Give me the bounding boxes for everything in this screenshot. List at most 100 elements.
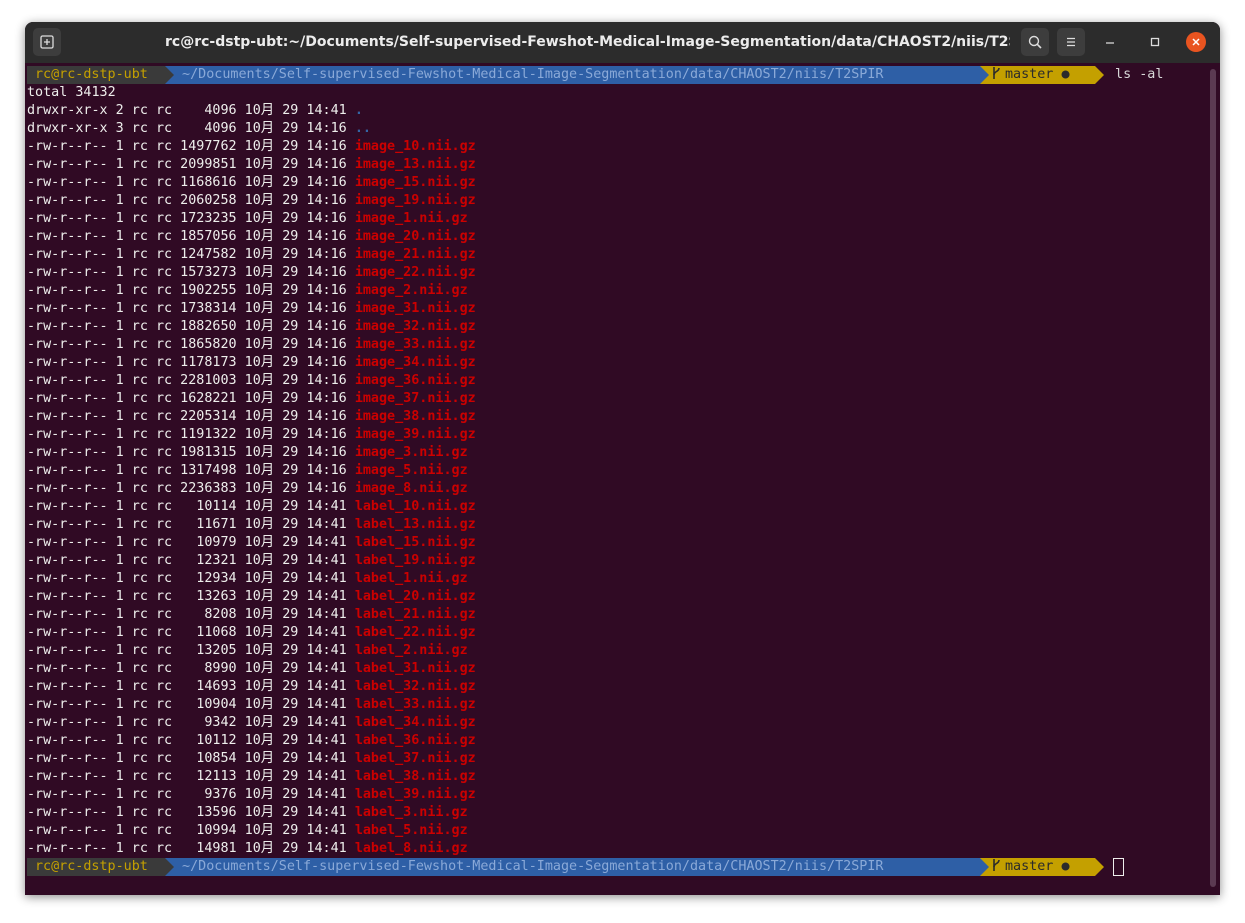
file-metadata: drwxr-xr-x 3 rc rc 4096 10月 29 14:16 [27,121,355,136]
file-name: image_34.nii.gz [354,355,476,370]
listing-row: -rw-r--r-- 1 rc rc 11068 10月 29 14:41 la… [27,624,476,642]
listing-row: -rw-r--r-- 1 rc rc 10994 10月 29 14:41 la… [27,822,468,840]
listing-row: -rw-r--r-- 1 rc rc 1882650 10月 29 14:16 … [27,318,476,336]
listing-row: -rw-r--r-- 1 rc rc 11671 10月 29 14:41 la… [27,516,476,534]
listing-row: -rw-r--r-- 1 rc rc 12113 10月 29 14:41 la… [27,768,476,786]
file-metadata: -rw-r--r-- 1 rc rc 1857056 10月 29 14:16 [27,229,355,244]
file-metadata: -rw-r--r-- 1 rc rc 2099851 10月 29 14:16 [27,157,355,172]
file-metadata: -rw-r--r-- 1 rc rc 1902255 10月 29 14:16 [27,283,355,298]
file-metadata: -rw-r--r-- 1 rc rc 2205314 10月 29 14:16 [27,409,355,424]
branch-name: master [1005,67,1062,82]
file-name: image_15.nii.gz [354,175,476,190]
listing-row: -rw-r--r-- 1 rc rc 1865820 10月 29 14:16 … [27,336,476,354]
powerline-separator [980,858,989,876]
file-metadata: -rw-r--r-- 1 rc rc 13596 10月 29 14:41 [27,805,355,820]
file-metadata: -rw-r--r-- 1 rc rc 13263 10月 29 14:41 [27,589,355,604]
text-cursor[interactable] [1113,858,1124,876]
file-name: label_21.nii.gz [354,607,476,622]
listing-row: -rw-r--r-- 1 rc rc 1628221 10月 29 14:16 … [27,390,476,408]
file-metadata: -rw-r--r-- 1 rc rc 10114 10月 29 14:41 [27,499,355,514]
listing-row: -rw-r--r-- 1 rc rc 2281003 10月 29 14:16 … [27,372,476,390]
scrollbar[interactable] [1210,69,1216,887]
listing-row: -rw-r--r-- 1 rc rc 2060258 10月 29 14:16 … [27,192,476,210]
file-name: image_36.nii.gz [354,373,476,388]
title-bar[interactable]: rc@rc-dstp-ubt:~/Documents/Self-supervis… [25,22,1220,63]
powerline-separator [165,858,174,876]
menu-button[interactable] [1057,28,1085,56]
file-name: image_37.nii.gz [354,391,476,406]
listing-row: -rw-r--r-- 1 rc rc 12934 10月 29 14:41 la… [27,570,468,588]
file-name: image_32.nii.gz [354,319,476,334]
file-name: label_2.nii.gz [354,643,468,658]
file-name: label_22.nii.gz [354,625,476,640]
listing-row: -rw-r--r-- 1 rc rc 1902255 10月 29 14:16 … [27,282,468,300]
listing-row: -rw-r--r-- 1 rc rc 1723235 10月 29 14:16 … [27,210,468,228]
file-name: image_39.nii.gz [354,427,476,442]
file-metadata: -rw-r--r-- 1 rc rc 1573273 10月 29 14:16 [27,265,355,280]
file-metadata: -rw-r--r-- 1 rc rc 12934 10月 29 14:41 [27,571,355,586]
listing-row: -rw-r--r-- 1 rc rc 10854 10月 29 14:41 la… [27,750,476,768]
prompt-git-branch: master ● [989,66,1095,84]
maximize-button[interactable] [1141,28,1169,56]
file-metadata: -rw-r--r-- 1 rc rc 12321 10月 29 14:41 [27,553,355,568]
minimize-icon [1106,42,1114,44]
file-name: label_37.nii.gz [354,751,476,766]
window-title: rc@rc-dstp-ubt:~/Documents/Self-supervis… [165,34,1010,50]
listing-row: -rw-r--r-- 1 rc rc 1178173 10月 29 14:16 … [27,354,476,372]
file-name: label_15.nii.gz [354,535,476,550]
new-tab-button[interactable] [33,28,61,56]
listing-row: drwxr-xr-x 2 rc rc 4096 10月 29 14:41 . [27,102,363,120]
file-metadata: -rw-r--r-- 1 rc rc 2281003 10月 29 14:16 [27,373,355,388]
listing-row: -rw-r--r-- 1 rc rc 10112 10月 29 14:41 la… [27,732,476,750]
file-metadata: -rw-r--r-- 1 rc rc 11068 10月 29 14:41 [27,625,355,640]
listing-row: -rw-r--r-- 1 rc rc 8990 10月 29 14:41 lab… [27,660,476,678]
minimize-button[interactable] [1096,28,1124,56]
file-name: label_10.nii.gz [354,499,476,514]
listing-row: -rw-r--r-- 1 rc rc 1191322 10月 29 14:16 … [27,426,476,444]
file-name: label_20.nii.gz [354,589,476,604]
listing-row: -rw-r--r-- 1 rc rc 10979 10月 29 14:41 la… [27,534,476,552]
listing-row: -rw-r--r-- 1 rc rc 13205 10月 29 14:41 la… [27,642,468,660]
file-metadata: -rw-r--r-- 1 rc rc 12113 10月 29 14:41 [27,769,355,784]
file-name: label_38.nii.gz [354,769,476,784]
file-name: image_20.nii.gz [354,229,476,244]
directory-name: .. [354,121,371,136]
search-button[interactable] [1021,28,1049,56]
listing-row: -rw-r--r-- 1 rc rc 1738314 10月 29 14:16 … [27,300,476,318]
file-name: image_8.nii.gz [354,481,468,496]
file-name: label_31.nii.gz [354,661,476,676]
listing-row: -rw-r--r-- 1 rc rc 12321 10月 29 14:41 la… [27,552,476,570]
file-metadata: -rw-r--r-- 1 rc rc 10979 10月 29 14:41 [27,535,355,550]
powerline-separator [980,66,989,84]
file-name: label_8.nii.gz [354,841,468,856]
file-name: label_32.nii.gz [354,679,476,694]
terminal-output[interactable]: rc@rc-dstp-ubt ~/Documents/Self-supervis… [25,63,1220,895]
file-name: label_39.nii.gz [354,787,476,802]
file-name: label_5.nii.gz [354,823,468,838]
file-metadata: -rw-r--r-- 1 rc rc 10904 10月 29 14:41 [27,697,355,712]
file-name: image_21.nii.gz [354,247,476,262]
file-metadata: -rw-r--r-- 1 rc rc 1191322 10月 29 14:16 [27,427,355,442]
close-icon [1192,38,1200,46]
listing-row: -rw-r--r-- 1 rc rc 2236383 10月 29 14:16 … [27,480,468,498]
file-metadata: -rw-r--r-- 1 rc rc 10854 10月 29 14:41 [27,751,355,766]
listing-row: -rw-r--r-- 1 rc rc 14693 10月 29 14:41 la… [27,678,476,696]
file-name: image_1.nii.gz [354,211,468,226]
listing-row: -rw-r--r-- 1 rc rc 2099851 10月 29 14:16 … [27,156,476,174]
file-name: label_3.nii.gz [354,805,468,820]
file-metadata: -rw-r--r-- 1 rc rc 9376 10月 29 14:41 [27,787,355,802]
file-name: image_38.nii.gz [354,409,476,424]
listing-row: -rw-r--r-- 1 rc rc 10114 10月 29 14:41 la… [27,498,476,516]
listing-row: -rw-r--r-- 1 rc rc 1317498 10月 29 14:16 … [27,462,468,480]
file-name: image_31.nii.gz [354,301,476,316]
listing-row: -rw-r--r-- 1 rc rc 1857056 10月 29 14:16 … [27,228,476,246]
file-metadata: -rw-r--r-- 1 rc rc 1865820 10月 29 14:16 [27,337,355,352]
file-name: image_3.nii.gz [354,445,468,460]
file-metadata: -rw-r--r-- 1 rc rc 1247582 10月 29 14:16 [27,247,355,262]
search-icon [1028,35,1042,49]
total-line: total 34132 [27,85,116,100]
listing-row: -rw-r--r-- 1 rc rc 2205314 10月 29 14:16 … [27,408,476,426]
file-name: label_33.nii.gz [354,697,476,712]
file-metadata: -rw-r--r-- 1 rc rc 13205 10月 29 14:41 [27,643,355,658]
close-button[interactable] [1186,32,1206,52]
